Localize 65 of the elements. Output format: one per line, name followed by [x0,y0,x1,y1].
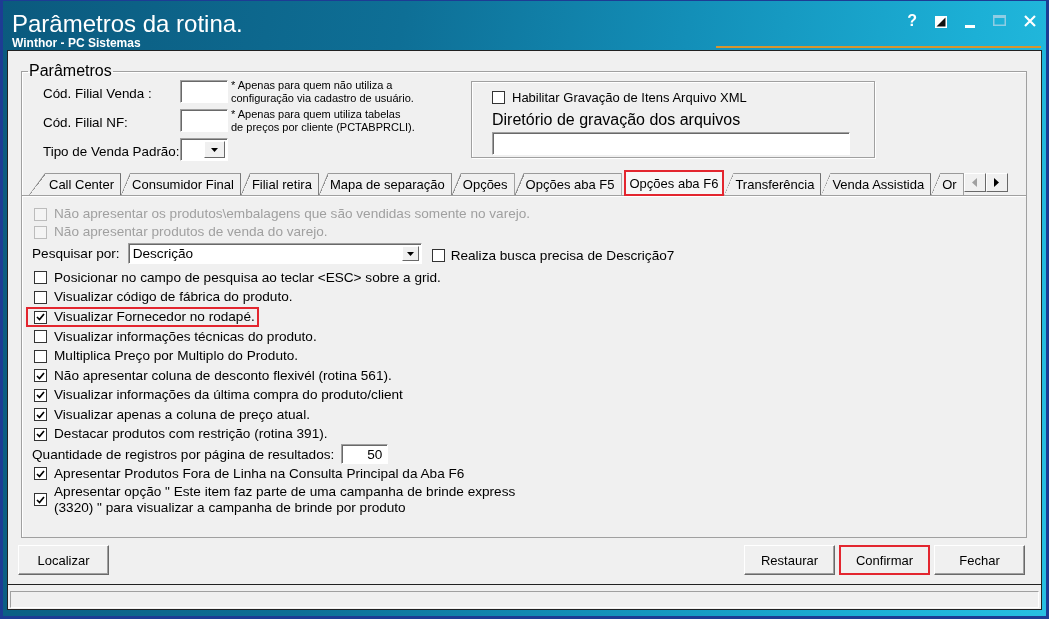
checkbox-label: Visualizar Fornecedor no rodapé. [54,309,255,325]
tab[interactable]: Mapa de separação [318,173,452,195]
checkbox-label: Não apresentar produtos de venda do varejo. [54,224,328,240]
caret-icon [406,251,414,256]
checkbox-label: Visualizar informações da última compra do produto/client [54,387,403,404]
checkbox[interactable] [34,330,47,344]
tab[interactable]: Call Center [29,173,122,195]
checkbox-label: Visualizar informações técnicas do produto. [54,328,317,345]
close-dialog-button[interactable]: Fechar [934,545,1025,575]
checkbox-label: Visualizar código de fábrica do produto. [54,289,293,306]
field-label: Quantidade de registros por página de resultados: [32,446,335,462]
find-button[interactable]: Localizar [18,545,109,575]
window-subtitle: Winthor - PC Sistemas [12,37,141,49]
checkbox-label: Posicionar no campo de pesquisa ao teclar <ESC> sobre a grid. [54,269,441,286]
field-label: Tipo de Venda Padrão: [43,142,180,159]
right-arrow-icon [994,178,1000,187]
checkbox-label: Multiplica Preço por Multiplo do Produto. [54,348,299,365]
checkbox-label: Apresentar opção " Este item faz parte de uma campanha de brinde express (3320) " para visualizar a campanha de brinde por produto [54,483,516,516]
text-input[interactable] [180,80,228,103]
field-label: Diretório de gravação dos arquivos [492,111,741,129]
group-title: Parâmetros [28,62,113,80]
checkbox[interactable] [34,349,47,363]
search-by-dropdown[interactable]: Descrição [127,243,422,264]
text-input[interactable] [180,109,228,132]
field-label: Cód. Filial NF: [43,113,129,130]
tab[interactable]: Consumidor Final [121,173,241,195]
field-label: Pesquisar por: [32,246,120,261]
checkbox[interactable] [431,249,445,262]
tab[interactable]: Opções [451,173,515,195]
checkbox[interactable] [34,408,47,422]
hint-text: * Apenas para quem não utiliza a configuração via cadastro de usuário. [231,78,414,105]
window-title: Parâmetros da rotina. [12,10,243,37]
dropdown[interactable] [180,138,228,161]
checkbox[interactable] [34,388,47,402]
tab[interactable]: Opções aba F6 [623,170,725,196]
caret-icon [211,147,218,152]
left-arrow-icon [972,178,978,187]
checkbox-label: Habilitar Gravação de Itens Arquivo XML [512,89,747,106]
checkbox-label: Destacar produtos com restrição (rotina 391). [54,426,328,443]
checkbox-label: Não apresentar coluna de desconto flexivél (rotina 561). [54,367,392,384]
checkbox[interactable] [34,271,47,285]
checkbox[interactable] [34,493,47,506]
checkbox-label: Realiza busca precisa de Descrição7 [450,247,675,264]
contrast-icon[interactable] [935,16,947,28]
tab-scroll-button[interactable] [985,173,1008,192]
checkbox[interactable] [34,369,47,383]
checkbox-label: Apresentar Produtos Fora de Linha na Consulta Principal da Aba F6 [54,465,465,482]
field-label: Cód. Filial Venda : [43,84,153,101]
checkbox[interactable] [34,427,47,441]
tab[interactable]: Transferência [724,173,822,195]
tab[interactable]: Filial retira [240,173,319,195]
checkbox[interactable] [34,290,47,304]
tab[interactable]: Or [931,173,964,195]
restore-button[interactable]: Restaurar [744,545,835,575]
tab[interactable]: Opções aba F5 [514,173,622,195]
tab[interactable]: Venda Assistida [821,173,932,195]
path-input[interactable] [492,132,850,155]
checkbox[interactable] [34,310,47,324]
checkbox[interactable] [34,467,47,481]
checkbox-label: Não apresentar os produtos\embalagens que são vendidas somente no varejo. [54,206,531,222]
confirm-button[interactable]: Confirmar [839,545,930,575]
hint-text: * Apenas para quem utiliza tabelas de preços por cliente (PCTABPRCLI). [231,107,415,134]
number-input[interactable]: 50 [341,444,389,464]
checkbox-label: Visualizar apenas a coluna de preço atual. [54,406,310,423]
checkbox[interactable] [492,91,505,104]
